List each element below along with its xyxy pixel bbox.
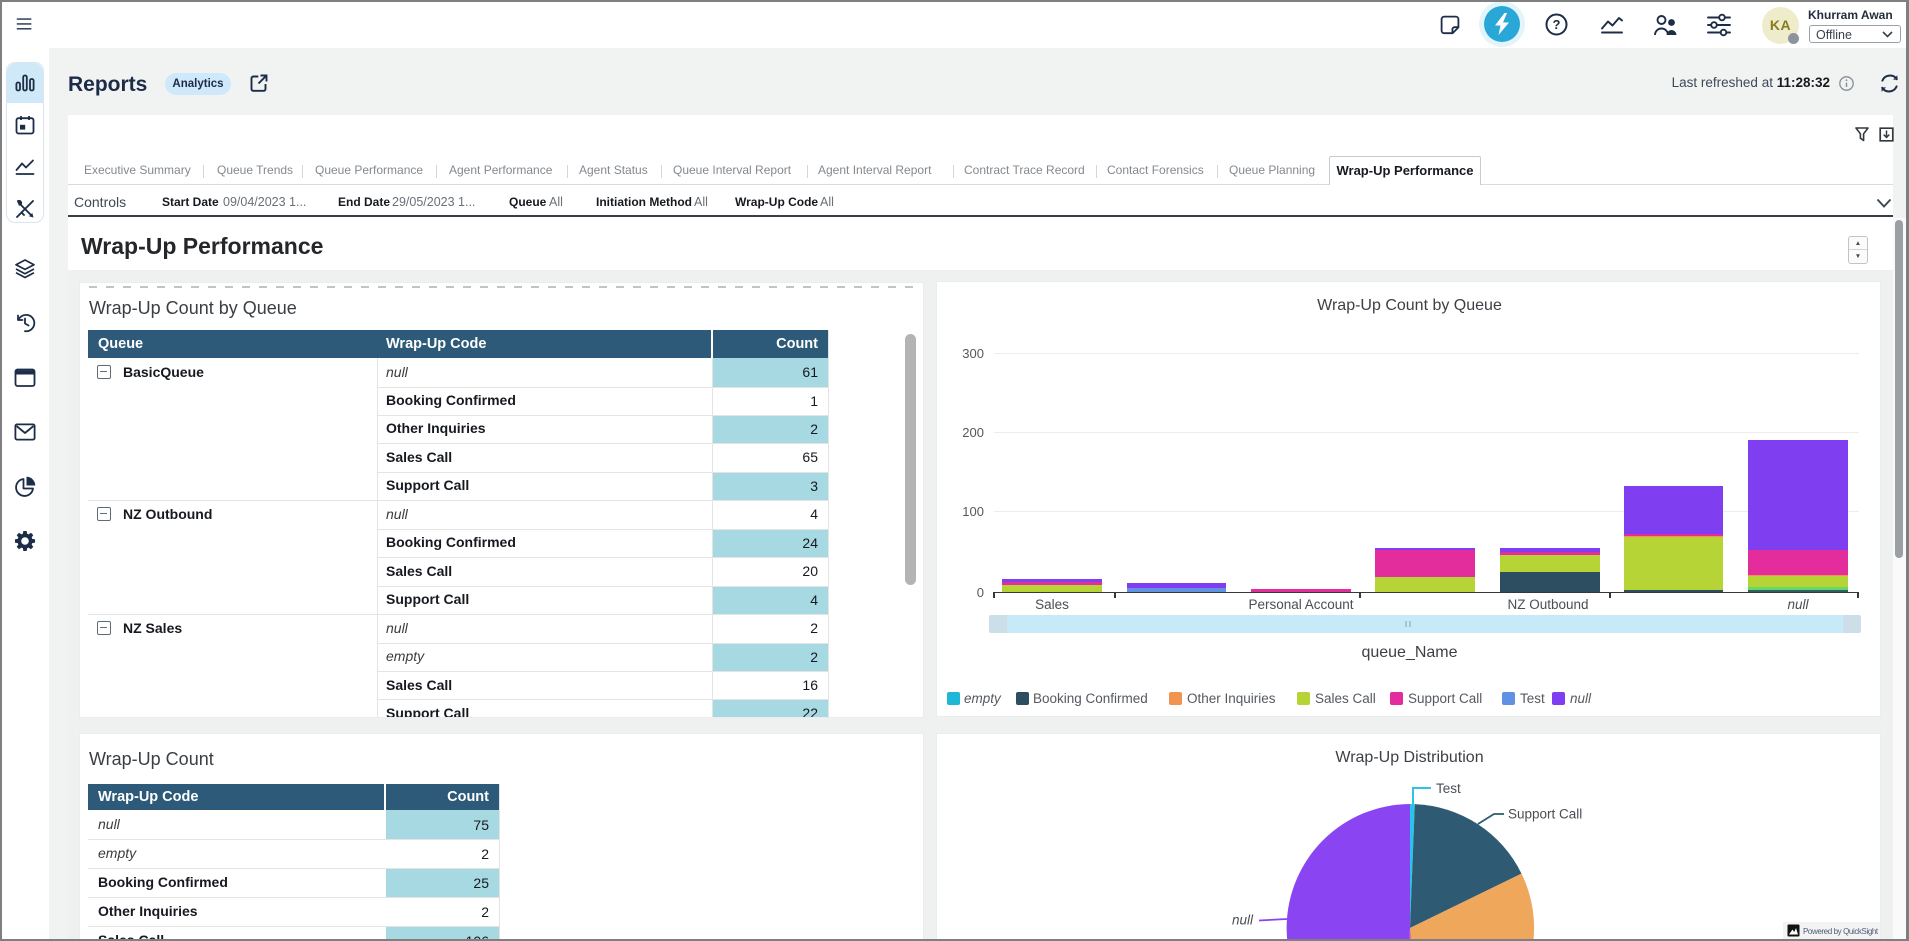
svg-text:Support Call: Support Call: [1508, 807, 1582, 822]
svg-text:Test: Test: [1436, 781, 1461, 796]
svg-text:null: null: [1232, 913, 1254, 928]
svg-text:?: ?: [1553, 17, 1561, 32]
